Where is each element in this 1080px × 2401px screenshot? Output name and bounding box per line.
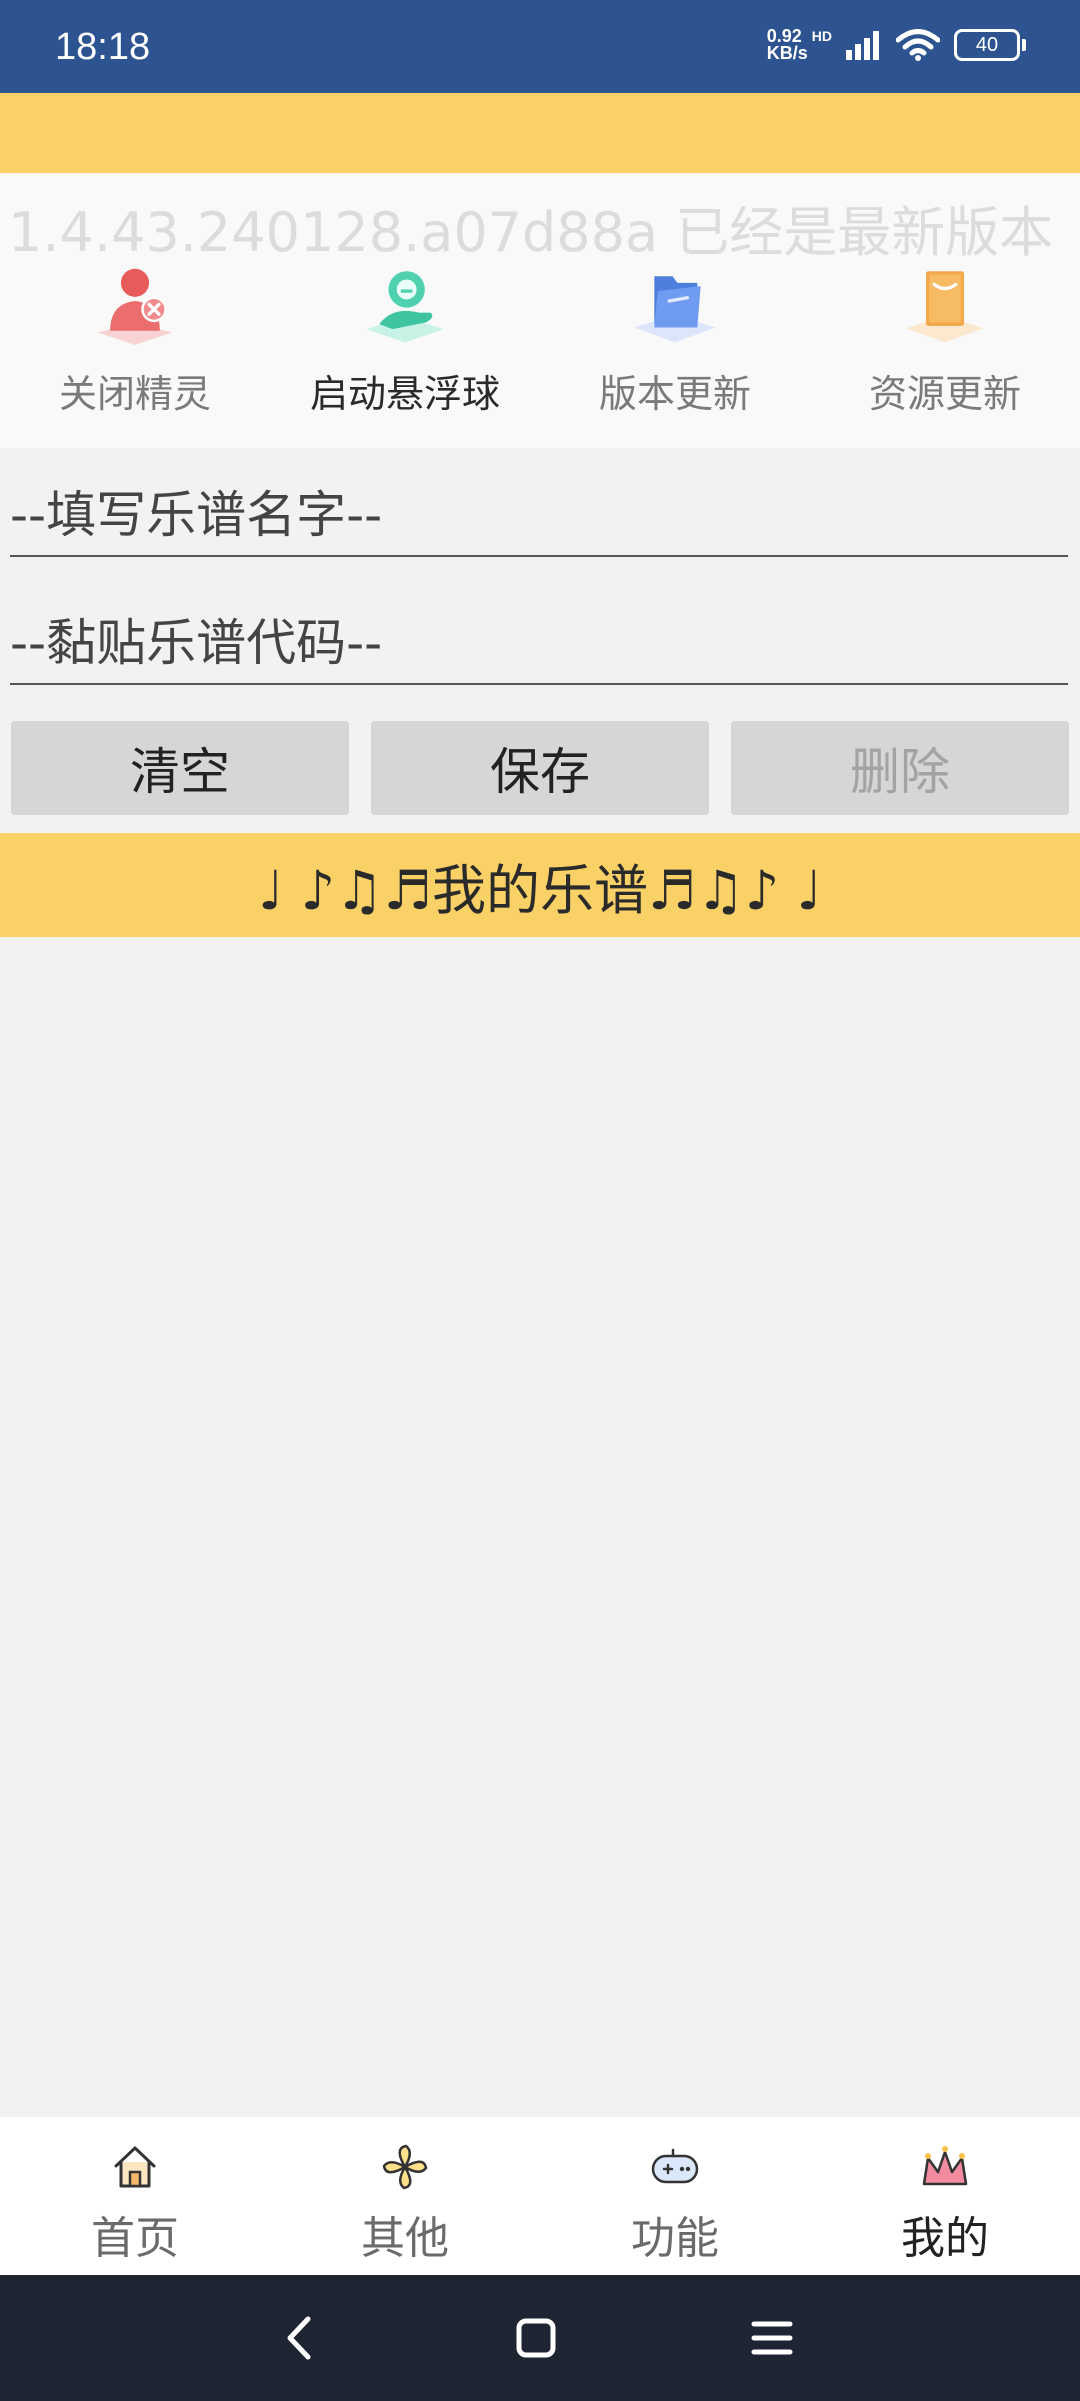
version-update-icon <box>634 276 716 343</box>
network-speed-unit: KB/s <box>766 43 808 63</box>
my-scores-list <box>0 937 1080 2117</box>
score-code-input[interactable] <box>10 583 1068 693</box>
score-name-input[interactable] <box>10 455 1068 565</box>
pinwheel-icon <box>382 2144 428 2190</box>
nav-home[interactable]: 首页 <box>0 2130 270 2270</box>
version-update-button[interactable]: 版本更新 <box>540 258 810 418</box>
floating-ball-button[interactable]: 启动悬浮球 <box>270 258 540 418</box>
network-speed: 0.92 KB/s <box>766 27 808 63</box>
square-home-icon <box>516 2318 556 2358</box>
score-code-field[interactable] <box>10 583 1068 693</box>
gamepad-icon <box>651 2148 699 2184</box>
menu-icon <box>751 2321 793 2355</box>
nav-mine-label: 我的 <box>901 2213 989 2264</box>
floating-ball-icon <box>366 271 444 343</box>
close-sprite-label: 关闭精灵 <box>58 372 211 416</box>
battery-level: 40 <box>975 33 999 56</box>
battery-icon: 40 <box>954 29 1026 61</box>
version-update-label: 版本更新 <box>598 372 751 416</box>
status-bar: 18:18 0.92 KB/s HD 40 <box>0 0 1080 93</box>
nav-function[interactable]: 功能 <box>540 2130 810 2270</box>
header-strip <box>0 93 1080 173</box>
delete-button[interactable]: 删除 <box>731 721 1069 815</box>
resource-update-label: 资源更新 <box>868 372 1021 416</box>
clear-button[interactable]: 清空 <box>11 721 349 815</box>
floating-ball-label: 启动悬浮球 <box>309 372 500 416</box>
nav-home-label: 首页 <box>91 2213 179 2264</box>
version-status-text: 1.4.43.240128.a07d88a 已经是最新版本 <box>8 201 1054 264</box>
nav-other[interactable]: 其他 <box>270 2130 540 2270</box>
status-time: 18:18 <box>55 26 151 68</box>
my-scores-banner: ♩ ♪♫♬我的乐谱♬♫♪ ♩ <box>0 833 1080 937</box>
status-icons: 0.92 KB/s HD 40 <box>766 27 1026 63</box>
score-name-field[interactable] <box>10 455 1068 565</box>
resource-update-icon <box>906 271 984 343</box>
save-button[interactable]: 保存 <box>371 721 709 815</box>
close-sprite-button[interactable]: 关闭精灵 <box>0 258 270 418</box>
hd-badge: HD <box>811 28 832 44</box>
system-menu-button[interactable] <box>737 2305 807 2371</box>
nav-mine[interactable]: 我的 <box>810 2130 1080 2270</box>
crown-icon <box>922 2146 968 2186</box>
close-sprite-icon <box>97 268 173 345</box>
resource-update-button[interactable]: 资源更新 <box>810 258 1080 418</box>
system-back-button[interactable] <box>265 2305 335 2371</box>
system-home-button[interactable] <box>501 2305 571 2371</box>
home-icon <box>114 2146 156 2188</box>
signal-icon <box>846 31 879 60</box>
back-icon <box>287 2316 311 2360</box>
wifi-icon <box>896 29 940 61</box>
nav-function-label: 功能 <box>631 2213 719 2264</box>
nav-other-label: 其他 <box>361 2213 449 2264</box>
